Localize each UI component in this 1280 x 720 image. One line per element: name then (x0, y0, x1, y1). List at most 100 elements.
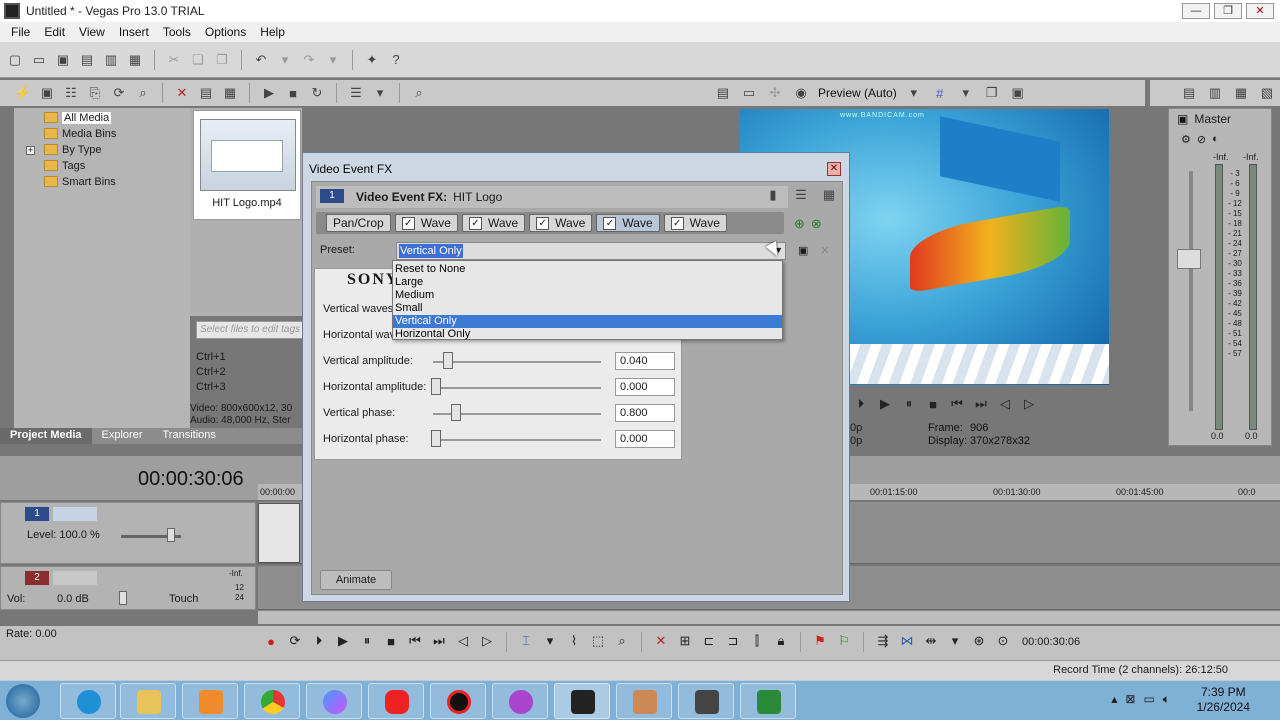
start-button[interactable] (6, 684, 40, 718)
pause-icon[interactable]: ⏸ (900, 395, 918, 413)
refresh-icon[interactable]: ⟳ (110, 84, 128, 102)
enable-checkbox[interactable]: ✓ (603, 216, 617, 230)
tree-item-smart-bins[interactable]: Smart Bins (44, 174, 116, 189)
selection-tool-icon[interactable]: ⬚ (589, 632, 607, 650)
redo-icon[interactable]: ↷ (300, 51, 318, 69)
volume-slider[interactable] (119, 591, 127, 605)
get-media-icon[interactable]: ☷ (62, 84, 80, 102)
preset-combobox[interactable]: Vertical Only ▼ (396, 242, 786, 260)
taskbar-copilot[interactable] (306, 683, 362, 719)
tree-item-all-media[interactable]: All Media (44, 110, 112, 125)
pause-icon[interactable]: ⏸ (358, 632, 376, 650)
master-fader[interactable] (1177, 249, 1201, 269)
horizontal-phase-field[interactable]: 0.000 (615, 430, 675, 448)
stop-icon[interactable]: ■ (924, 395, 942, 413)
tree-item-tags[interactable]: Tags (44, 158, 85, 173)
fx-wave-button[interactable]: ✓ Wave (663, 214, 727, 232)
preset-option-large[interactable]: Large (393, 276, 782, 289)
taskbar-audio[interactable] (492, 683, 548, 719)
search-media-icon[interactable]: ⌕ (134, 84, 152, 102)
snap-icon[interactable]: ✦ (363, 51, 381, 69)
tab-project-media[interactable]: Project Media (0, 428, 92, 444)
vertical-phase-slider[interactable] (451, 404, 461, 421)
capture-icon[interactable]: ▣ (38, 84, 56, 102)
preview-properties-icon[interactable]: ▤ (714, 84, 732, 102)
volume-muted-icon[interactable]: 🔈︎ (1163, 692, 1170, 707)
display-icon[interactable]: ▭ (1143, 692, 1154, 707)
level-slider[interactable] (167, 528, 175, 542)
lock-envelopes-icon[interactable]: ⊙ (994, 632, 1012, 650)
zoom-tool-icon[interactable]: ⌕ (613, 632, 631, 650)
taskbar-clock[interactable]: 7:39 PM 1/26/2024 (1197, 685, 1250, 715)
external-monitor-icon[interactable]: ▭ (740, 84, 758, 102)
stop-icon[interactable]: ■ (382, 632, 400, 650)
edit-tool-dropdown-icon[interactable]: ▾ (541, 632, 559, 650)
tree-item-by-type[interactable]: By Type (44, 142, 102, 157)
dialog-close-button[interactable]: ✕ (827, 162, 841, 176)
remove-fx-icon[interactable]: ⊗ (811, 216, 822, 232)
loop-icon[interactable]: ⟳ (286, 632, 304, 650)
trim-end-icon[interactable]: ⊐ (724, 632, 742, 650)
auto-preview-icon[interactable]: ↻ (308, 84, 326, 102)
add-fx-icon[interactable]: ⊕ (794, 216, 805, 232)
save-as-icon[interactable]: ▤ (78, 51, 96, 69)
master-solo-icon[interactable]: ◐ (1212, 133, 1219, 146)
fx-wave-button[interactable]: ✓ Wave (529, 214, 593, 232)
go-to-end-icon[interactable]: ⏭ (430, 632, 448, 650)
quality-dropdown-icon[interactable]: ▾ (905, 84, 923, 102)
trim-start-icon[interactable]: ⊏ (700, 632, 718, 650)
properties-icon[interactable]: ▦ (126, 51, 144, 69)
vertical-amplitude-slider[interactable] (443, 352, 453, 369)
expand-icon[interactable]: + (26, 146, 35, 155)
snapping-dropdown-icon[interactable]: ▾ (946, 632, 964, 650)
undo-dropdown-icon[interactable]: ▾ (276, 51, 294, 69)
taskbar-vegas-pro[interactable] (554, 683, 610, 719)
copy-icon[interactable]: ❏ (189, 51, 207, 69)
cursor-timecode[interactable]: 00:00:30:06 (1022, 636, 1080, 648)
fx-wave-button-active[interactable]: ✓ Wave (596, 214, 660, 232)
copy-snapshot-icon[interactable]: ❐ (983, 84, 1001, 102)
save-icon[interactable]: ▣ (54, 51, 72, 69)
audio-track-header[interactable]: 2 Vol: 0.0 dB Touch -Inf. 12 24 (0, 566, 256, 610)
trim-icon[interactable]: ⊞ (676, 632, 694, 650)
maximize-button[interactable]: ❐ (1214, 3, 1242, 19)
menu-edit[interactable]: Edit (37, 25, 72, 39)
import-media-icon[interactable]: ⚡ (14, 84, 32, 102)
preset-option-small[interactable]: Small (393, 302, 782, 315)
menu-file[interactable]: File (4, 25, 37, 39)
menu-options[interactable]: Options (198, 25, 253, 39)
horizontal-phase-slider[interactable] (431, 430, 441, 447)
search-icon[interactable]: ⌕ (410, 84, 428, 102)
fx-pan-crop-button[interactable]: Pan/Crop (326, 214, 391, 232)
enable-checkbox[interactable]: ✓ (401, 216, 415, 230)
stop-icon[interactable]: ■ (284, 84, 302, 102)
taskbar-recorder[interactable] (430, 683, 486, 719)
previous-frame-icon[interactable]: ⏮ (948, 395, 966, 413)
delete-icon[interactable]: ✕ (652, 632, 670, 650)
fx-wave-button[interactable]: ✓ Wave (394, 214, 458, 232)
extract-audio-icon[interactable]: ⎘ (86, 84, 104, 102)
overlays-icon[interactable]: # (931, 84, 949, 102)
split-screen-icon[interactable]: ◉ (792, 84, 810, 102)
taskbar-chrome[interactable] (244, 683, 300, 719)
preset-option-vertical-only[interactable]: Vertical Only (393, 315, 782, 328)
media-properties-icon[interactable]: ▤ (197, 84, 215, 102)
normal-edit-tool-icon[interactable]: ⌶ (517, 632, 535, 650)
automation-mode[interactable]: Touch (169, 593, 198, 605)
mixer-fx-icon[interactable]: ▦ (1232, 84, 1250, 102)
insert-bus-icon[interactable]: ▥ (1206, 84, 1224, 102)
tab-explorer[interactable]: Explorer (92, 428, 153, 444)
split-icon[interactable]: ⫿ (748, 632, 766, 650)
snapping-icon[interactable]: ⇹ (922, 632, 940, 650)
mixer-view-icon[interactable]: ▧ (1258, 84, 1276, 102)
delete-preset-icon[interactable]: ✕ (820, 244, 829, 257)
help-icon[interactable]: ? (387, 51, 405, 69)
views-icon[interactable]: ☰ (347, 84, 365, 102)
next-frame-icon[interactable]: ⏭ (972, 395, 990, 413)
previous-marker-icon[interactable]: ◁ (996, 395, 1014, 413)
record-icon[interactable]: ● (262, 632, 280, 650)
minimize-button[interactable]: — (1182, 3, 1210, 19)
chain-view-icon[interactable]: ▮ (766, 187, 780, 202)
overlays-dropdown-icon[interactable]: ▾ (957, 84, 975, 102)
enable-checkbox[interactable]: ✓ (536, 216, 550, 230)
